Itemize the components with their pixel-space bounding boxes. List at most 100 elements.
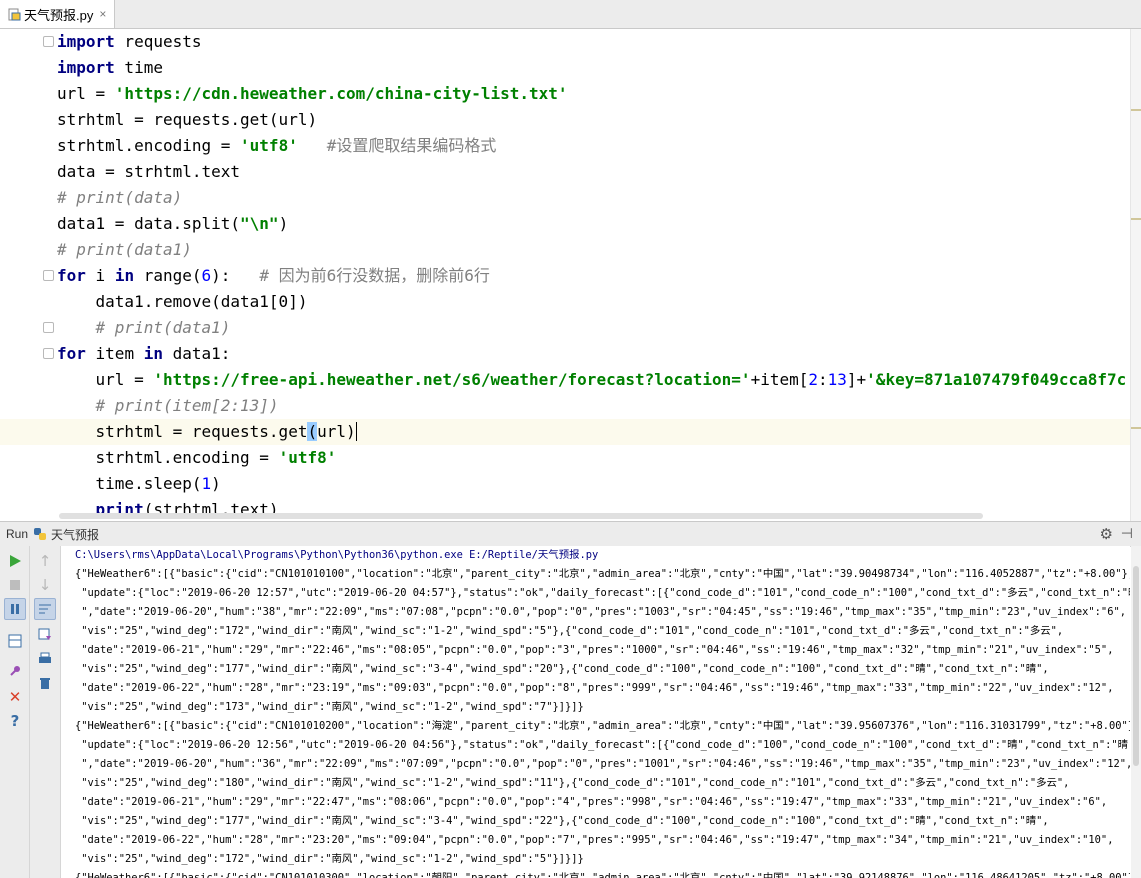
code-text: # print(item[2:13]) — [57, 393, 279, 419]
trash-icon[interactable] — [34, 672, 56, 694]
code-token: in — [114, 266, 135, 285]
code-line[interactable]: data = strhtml.text — [0, 159, 1131, 185]
fold-marker-icon[interactable] — [43, 348, 54, 359]
code-token: 2 — [808, 370, 818, 389]
code-text: # print(data1) — [57, 237, 192, 263]
tab-close-icon[interactable]: × — [99, 7, 106, 21]
console-output-line: "vis":"25","wind_deg":"177","wind_dir":"… — [75, 815, 1049, 827]
code-token: data1: — [162, 344, 231, 363]
python-file-icon — [8, 8, 21, 21]
code-token: for — [57, 266, 86, 285]
code-line[interactable]: import requests — [0, 29, 1131, 55]
code-line[interactable]: for item in data1: — [0, 341, 1131, 367]
pin-icon[interactable] — [4, 660, 26, 682]
code-token: import — [57, 58, 115, 77]
up-arrow-icon[interactable]: ↑ — [34, 550, 56, 572]
help-icon[interactable]: ? — [4, 710, 26, 732]
code-token: # print(data1) — [95, 318, 231, 337]
code-token: +item[ — [750, 370, 809, 389]
code-token: 'https://cdn.heweather.com/china-city-li… — [114, 84, 568, 103]
code-token: for — [57, 344, 86, 363]
code-text: data = strhtml.text — [57, 159, 240, 185]
console-output-line: "date":"2019-06-21","hum":"29","mr":"22:… — [75, 644, 1114, 656]
code-token: ) — [346, 422, 357, 441]
code-token: item — [85, 344, 144, 363]
run-panel-header: Run 天气预报 ⚙ ⊣ — [0, 521, 1141, 547]
run-label: Run — [6, 527, 29, 541]
code-token: strhtml = requests.get(url) — [57, 110, 318, 129]
code-text: url = 'https://free-api.heweather.net/s6… — [57, 367, 1127, 393]
scroll-to-end-icon[interactable] — [34, 624, 56, 646]
code-token: #设置爬取结果编码格式 — [326, 136, 497, 155]
code-line[interactable]: url = 'https://free-api.heweather.net/s6… — [0, 367, 1131, 393]
code-line[interactable]: # print(item[2:13]) — [0, 393, 1131, 419]
run-icon[interactable] — [4, 550, 26, 572]
code-text: strhtml.encoding = 'utf8' — [57, 445, 337, 471]
console-output-line: {"HeWeather6":[{"basic":{"cid":"CN101010… — [75, 568, 1130, 580]
code-text: strhtml.encoding = 'utf8' #设置爬取结果编码格式 — [57, 133, 496, 159]
run-console-output[interactable]: C:\Users\rms\AppData\Local\Programs\Pyth… — [61, 546, 1130, 878]
fold-marker-icon[interactable] — [43, 270, 54, 281]
code-line[interactable]: # print(data) — [0, 185, 1131, 211]
code-line[interactable]: strhtml.encoding = 'utf8' #设置爬取结果编码格式 — [0, 133, 1131, 159]
editor-horizontal-scrollbar[interactable] — [59, 513, 983, 519]
code-token: ( — [307, 422, 318, 441]
code-token: in — [143, 344, 163, 363]
code-editor[interactable]: import requests import time url = 'https:/… — [0, 29, 1141, 521]
code-token: ) — [278, 214, 289, 233]
code-token: ): — [211, 266, 260, 285]
code-token: time.sleep( — [57, 474, 202, 493]
pause-icon[interactable] — [4, 598, 26, 620]
console-command-line: C:\Users\rms\AppData\Local\Programs\Pyth… — [75, 549, 599, 561]
code-text: for i in range(6): # 因为前6行没数据，删除前6行 — [57, 263, 490, 289]
code-line[interactable]: # print(data1) — [0, 237, 1131, 263]
fold-marker-icon[interactable] — [43, 36, 54, 47]
code-line[interactable]: strhtml = requests.get(url) — [0, 419, 1131, 445]
console-scrollbar[interactable] — [1131, 546, 1141, 878]
soft-wrap-icon[interactable] — [34, 598, 56, 620]
close-icon[interactable]: ✕ — [4, 686, 26, 708]
fold-marker-icon[interactable] — [43, 322, 54, 333]
code-text: # print(data1) — [57, 315, 231, 341]
code-line[interactable]: url = 'https://cdn.heweather.com/china-c… — [0, 81, 1131, 107]
code-line[interactable]: # print(data1) — [0, 315, 1131, 341]
gear-icon[interactable]: ⚙ — [1100, 525, 1113, 543]
console-output-line: {"HeWeather6":[{"basic":{"cid":"CN101010… — [75, 720, 1130, 732]
code-token: '&key=871a107479f049cca8f7c — [866, 370, 1127, 389]
code-line[interactable]: data1 = data.split("\n") — [0, 211, 1131, 237]
code-token: data1.remove(data1[0]) — [57, 292, 308, 311]
minimize-icon[interactable]: ⊣ — [1121, 525, 1133, 542]
code-token: ]+ — [846, 370, 867, 389]
code-text: import time — [57, 55, 163, 81]
layout-icon[interactable] — [4, 630, 26, 652]
editor-tab-bar: 天气预报.py × — [0, 0, 1141, 29]
code-token: # print(item[2:13]) — [95, 396, 279, 415]
code-token: "\n" — [240, 214, 279, 233]
print-icon[interactable] — [34, 648, 56, 670]
code-token: 'utf8' — [278, 448, 337, 467]
stop-icon[interactable] — [4, 574, 26, 596]
tab-label: 天气预报.py — [24, 7, 94, 23]
code-line[interactable]: strhtml.encoding = 'utf8' — [0, 445, 1131, 471]
code-line[interactable]: strhtml = requests.get(url) — [0, 107, 1131, 133]
code-line[interactable]: data1.remove(data1[0]) — [0, 289, 1131, 315]
code-line[interactable]: import time — [0, 55, 1131, 81]
console-output-line: "vis":"25","wind_deg":"173","wind_dir":"… — [75, 701, 584, 713]
code-token: strhtml.encoding = — [57, 136, 241, 155]
code-text: data1 = data.split("\n") — [57, 211, 288, 237]
code-token: 'utf8' — [240, 136, 298, 155]
code-token: # print(data1) — [57, 240, 192, 259]
console-output-line: "date":"2019-06-22","hum":"28","mr":"23:… — [75, 834, 1114, 846]
code-text: import requests — [57, 29, 202, 55]
down-arrow-icon[interactable]: ↓ — [34, 574, 56, 596]
code-token: url — [317, 422, 346, 441]
tab-weather-py[interactable]: 天气预报.py × — [0, 0, 116, 28]
code-line[interactable]: time.sleep(1) — [0, 471, 1131, 497]
console-output-line: "date":"2019-06-21","hum":"29","mr":"22:… — [75, 796, 1108, 808]
code-token: 1 — [201, 474, 212, 493]
code-line[interactable]: for i in range(6): # 因为前6行没数据，删除前6行 — [0, 263, 1131, 289]
code-token: strhtml.encoding = — [57, 448, 279, 467]
code-token: data = strhtml.text — [57, 162, 241, 181]
run-config-name[interactable]: 天气预报 — [51, 526, 99, 543]
